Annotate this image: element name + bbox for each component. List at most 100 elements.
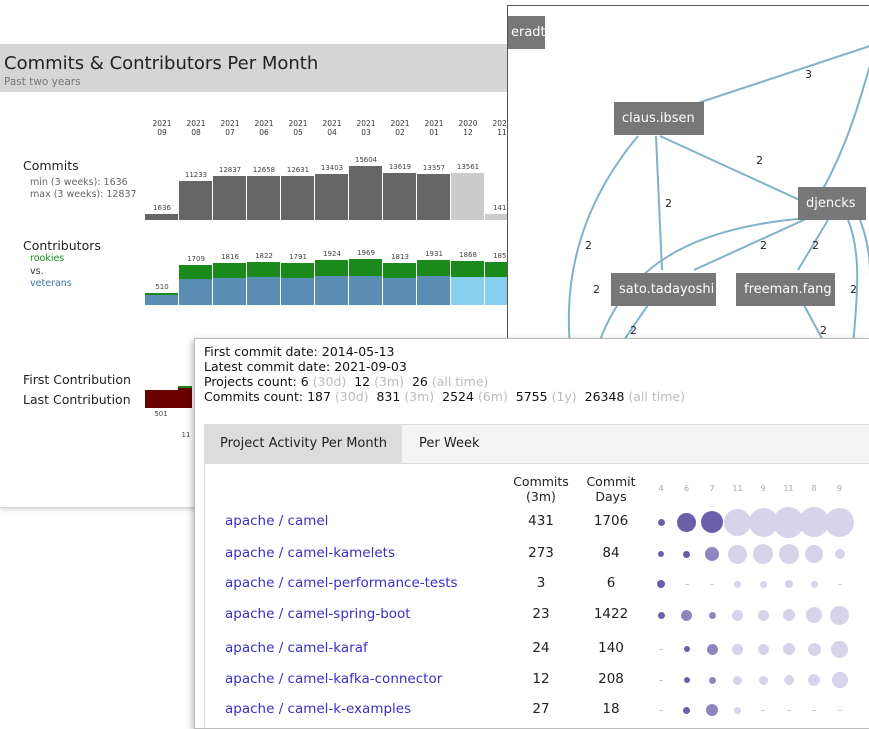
- veterans-bar[interactable]: [213, 278, 246, 305]
- activity-dot[interactable]: [684, 677, 690, 683]
- projects-count-label: Projects count:: [204, 374, 297, 389]
- edge-weight-label: 2: [812, 239, 819, 252]
- rookies-bar[interactable]: [383, 263, 416, 278]
- rookies-bar[interactable]: [145, 293, 178, 295]
- commit-bar[interactable]: [281, 176, 314, 220]
- month-label: 2021 03: [351, 119, 381, 137]
- activity-dot[interactable]: [734, 581, 741, 588]
- commit-bar[interactable]: [383, 173, 416, 220]
- veterans-bar[interactable]: [383, 278, 416, 305]
- commit-bar[interactable]: [179, 181, 212, 220]
- first-contribution-bar[interactable]: [145, 390, 178, 408]
- graph-node-claus-ibsen[interactable]: claus.ibsen: [614, 102, 704, 135]
- commit-bar[interactable]: [247, 176, 280, 220]
- tab-project-activity-per-month[interactable]: Project Activity Per Month: [205, 425, 402, 463]
- tab-per-week[interactable]: Per Week: [404, 425, 494, 463]
- project-link[interactable]: apache / camel-k-examples: [225, 701, 411, 717]
- rookies-bar[interactable]: [281, 263, 314, 278]
- rookies-bar[interactable]: [315, 260, 348, 276]
- month-label: 2020 12: [453, 119, 483, 137]
- activity-dot[interactable]: [728, 545, 747, 564]
- activity-dot[interactable]: [832, 672, 848, 688]
- project-link[interactable]: apache / camel: [225, 513, 328, 529]
- activity-dot[interactable]: [785, 580, 793, 588]
- activity-dot[interactable]: [831, 641, 848, 658]
- activity-dot[interactable]: [753, 544, 773, 564]
- activity-dot[interactable]: [732, 644, 743, 655]
- activity-dot[interactable]: [830, 606, 849, 625]
- commit-bar[interactable]: [315, 174, 348, 220]
- project-link[interactable]: apache / camel-karaf: [225, 640, 368, 656]
- activity-dot[interactable]: [658, 612, 665, 619]
- activity-dot[interactable]: [733, 676, 742, 685]
- commit-bar[interactable]: [451, 173, 484, 220]
- activity-dot[interactable]: [706, 704, 718, 716]
- veterans-bar[interactable]: [451, 277, 484, 305]
- commit-bar[interactable]: [349, 166, 382, 220]
- activity-dot[interactable]: [683, 707, 690, 714]
- activity-dot[interactable]: [825, 508, 854, 537]
- activity-dot[interactable]: [707, 644, 718, 655]
- activity-dot[interactable]: [783, 609, 795, 621]
- commit-bar[interactable]: [417, 174, 450, 220]
- graph-node-eradt[interactable]: eradt: [508, 16, 546, 49]
- graph-node-djencks[interactable]: djencks: [798, 187, 866, 220]
- activity-dot[interactable]: [684, 646, 690, 652]
- activity-dot[interactable]: [732, 610, 743, 621]
- activity-dot[interactable]: [657, 580, 665, 588]
- veterans-bar[interactable]: [179, 279, 212, 305]
- activity-dot[interactable]: [760, 581, 767, 588]
- activity-dot[interactable]: [805, 545, 823, 563]
- veterans-bar[interactable]: [349, 276, 382, 305]
- rookies-bar[interactable]: [247, 262, 280, 277]
- contributor-value-label: 1816: [221, 253, 239, 261]
- activity-dot[interactable]: [784, 675, 794, 685]
- graph-node-sato-tadayoshi[interactable]: sato.tadayoshi: [611, 273, 716, 306]
- commit-bar[interactable]: [145, 214, 178, 220]
- activity-dot[interactable]: [705, 547, 719, 561]
- project-link[interactable]: apache / camel-kafka-connector: [225, 671, 442, 687]
- first-contribution-bar[interactable]: [178, 388, 192, 408]
- veterans-bar[interactable]: [417, 276, 450, 305]
- contributor-network-graph[interactable]: eradt claus.ibsen djencks sato.tadayoshi…: [507, 5, 869, 345]
- month-label: 2021 07: [215, 119, 245, 137]
- panel-header: Commits & Contributors Per Month Past tw…: [0, 44, 520, 92]
- activity-empty-marker: [659, 649, 663, 650]
- rookies-bar[interactable]: [417, 260, 450, 276]
- activity-dot[interactable]: [677, 513, 696, 532]
- activity-dot[interactable]: [701, 511, 723, 533]
- veterans-bar[interactable]: [247, 277, 280, 305]
- activity-dot[interactable]: [835, 549, 845, 559]
- activity-dot[interactable]: [681, 610, 692, 621]
- activity-dot[interactable]: [811, 581, 818, 588]
- count-period: (6m): [477, 389, 508, 404]
- activity-dot[interactable]: [683, 551, 690, 558]
- veterans-bar[interactable]: [145, 295, 178, 305]
- activity-dot[interactable]: [779, 544, 799, 564]
- activity-dot[interactable]: [724, 509, 751, 536]
- veterans-bar[interactable]: [315, 276, 348, 305]
- commit-bar[interactable]: [213, 176, 246, 220]
- activity-dot[interactable]: [783, 643, 795, 655]
- veterans-bar[interactable]: [281, 278, 314, 305]
- rookies-bar[interactable]: [451, 261, 484, 277]
- activity-dot[interactable]: [709, 677, 716, 684]
- activity-dot[interactable]: [808, 674, 820, 686]
- activity-dot[interactable]: [658, 551, 664, 557]
- activity-dot[interactable]: [658, 519, 665, 526]
- project-link[interactable]: apache / camel-spring-boot: [225, 606, 411, 622]
- activity-dot[interactable]: [759, 676, 768, 685]
- project-link[interactable]: apache / camel-kamelets: [225, 545, 395, 561]
- activity-dot[interactable]: [758, 610, 769, 621]
- activity-dot[interactable]: [806, 607, 822, 623]
- activity-dot[interactable]: [734, 707, 741, 714]
- graph-node-freeman-fang[interactable]: freeman.fang: [736, 273, 835, 306]
- activity-dot[interactable]: [808, 643, 821, 656]
- rookies-bar[interactable]: [213, 263, 246, 278]
- rookies-bar[interactable]: [179, 265, 212, 279]
- activity-dot[interactable]: [709, 612, 716, 619]
- activity-dot[interactable]: [758, 644, 769, 655]
- commits-label: Commits: [23, 158, 79, 173]
- project-link[interactable]: apache / camel-performance-tests: [225, 575, 458, 591]
- rookies-bar[interactable]: [349, 259, 382, 276]
